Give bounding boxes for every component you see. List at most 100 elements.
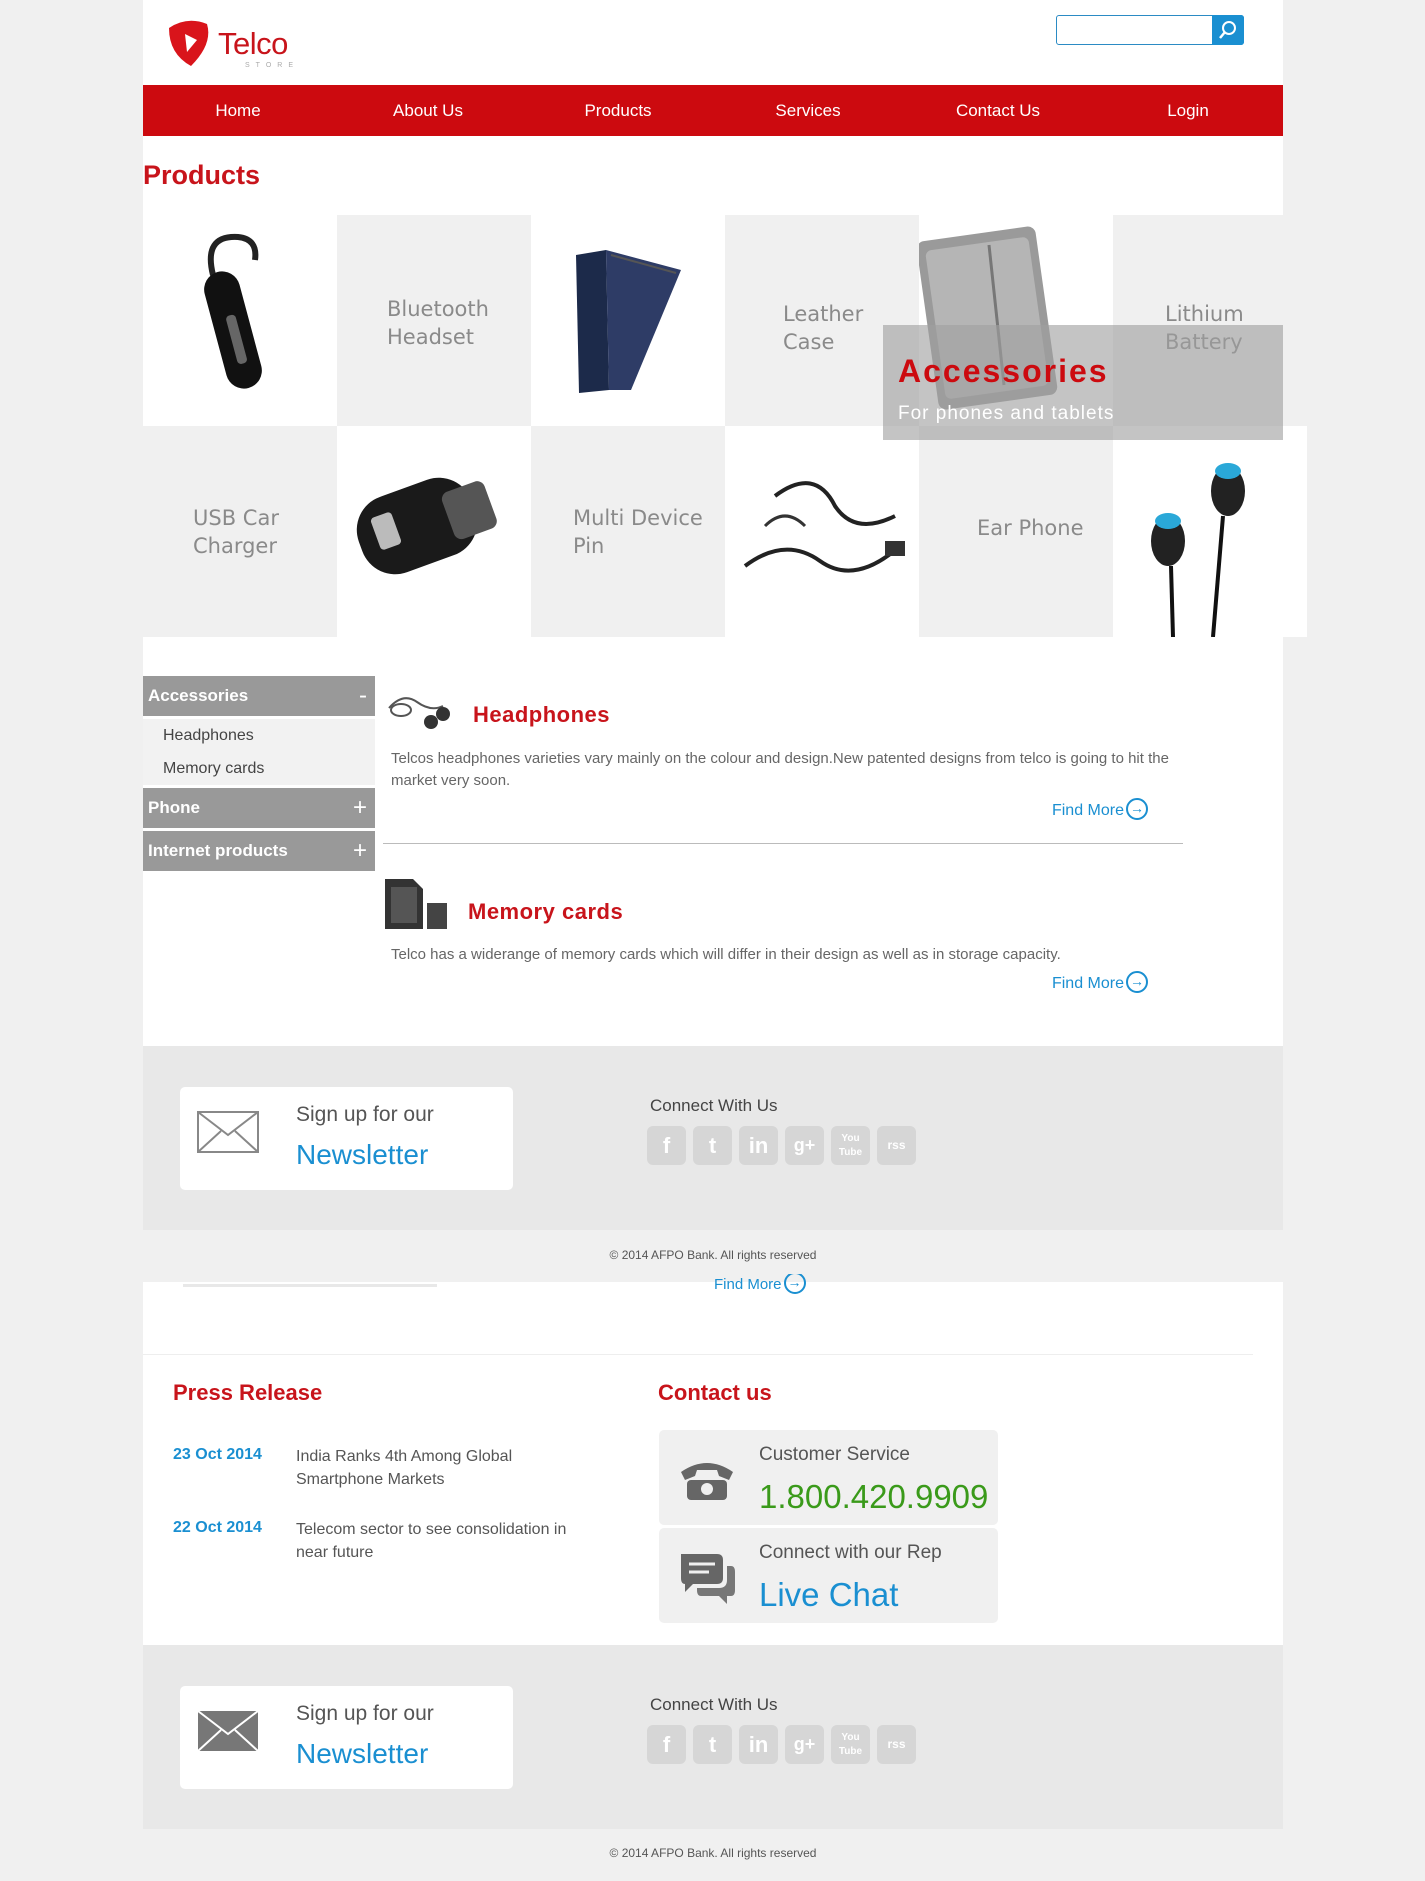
youtube-icon[interactable]: You Tube <box>831 1126 870 1165</box>
collapse-icon[interactable]: - <box>359 676 367 716</box>
rss-icon[interactable]: rss <box>877 1126 916 1165</box>
memory-cards-find-more-link[interactable]: Find More → <box>1051 971 1148 995</box>
product-tile-multi-device-pin[interactable]: Multi Device Pin <box>531 426 725 637</box>
nav-about-us[interactable]: About Us <box>333 85 523 136</box>
press-release-title: Press Release <box>173 1380 323 1405</box>
products-title: Products <box>143 160 261 190</box>
live-chat-box[interactable]: Connect with our Rep Live Chat <box>659 1528 998 1623</box>
sidebar-accessories-list: Headphones Memory cards <box>143 719 375 785</box>
facebook-icon[interactable]: f <box>647 1725 686 1764</box>
youtube-icon[interactable]: You Tube <box>831 1725 870 1764</box>
tile-label: USB Car Charger <box>193 506 279 558</box>
link-label: Find More <box>1051 975 1124 993</box>
bluetooth-headset-image <box>204 233 262 389</box>
footer-band: Sign up for our Newsletter Connect With … <box>143 1645 1283 1829</box>
memory-cards-item: Memory cards Telco has a widerange of me… <box>383 877 1173 1007</box>
google-plus-icon[interactable]: g+ <box>785 1725 824 1764</box>
tile-label: Ear Phone <box>977 516 1084 540</box>
rss-icon[interactable]: rss <box>877 1725 916 1764</box>
brand-name: Telco <box>218 26 288 61</box>
earphone-image <box>1151 463 1245 637</box>
google-plus-icon[interactable]: g+ <box>785 1126 824 1165</box>
ghost-find-more-link[interactable]: Find More → <box>714 1274 806 1294</box>
press-headline: Telecom sector to see consolidation in n… <box>296 1521 567 1561</box>
nav-home[interactable]: Home <box>143 85 333 136</box>
press-item[interactable]: 22 Oct 2014 Telecom sector to see consol… <box>173 1519 603 1569</box>
search-button[interactable] <box>1212 15 1244 45</box>
arrow-right-icon: → <box>1126 798 1148 820</box>
product-tile-leather-case-image[interactable] <box>531 215 725 426</box>
connect-label: Connect With Us <box>650 1695 778 1714</box>
customer-service-box[interactable]: Customer Service 1.800.420.9909 <box>659 1430 998 1525</box>
live-chat-link[interactable]: Live Chat <box>759 1576 898 1614</box>
newsletter-link[interactable]: Newsletter <box>296 1738 428 1770</box>
accessories-banner[interactable]: Accessories For phones and tablets <box>883 325 1283 440</box>
product-tile-usb-car-charger[interactable]: USB Car Charger <box>143 426 337 637</box>
customer-service-phone[interactable]: 1.800.420.9909 <box>759 1478 988 1516</box>
tile-label: Bluetooth Headset <box>387 297 489 349</box>
sidebar-phone[interactable]: Phone + <box>143 788 375 828</box>
newsletter-box[interactable]: Sign up for our Newsletter <box>180 1686 513 1789</box>
product-tile-bluetooth-headset[interactable]: Bluetooth Headset <box>337 215 531 426</box>
sidebar-internet-products[interactable]: Internet products + <box>143 831 375 871</box>
page: Telco STORE Home About Us Products Servi… <box>143 0 1307 1881</box>
product-grid: Bluetooth Headset Leather Case Lithium B… <box>143 215 1307 637</box>
headphones-item: Headphones Telcos headphones varieties v… <box>383 688 1173 838</box>
nav-contact-us[interactable]: Contact Us <box>903 85 1093 136</box>
expand-icon[interactable]: + <box>353 831 367 871</box>
linkedin-icon[interactable]: in <box>739 1725 778 1764</box>
headphones-icon <box>388 697 450 729</box>
facebook-icon[interactable]: f <box>647 1126 686 1165</box>
press-headline: India Ranks 4th Among Global Smartphone … <box>296 1448 513 1488</box>
sidebar-item-headphones[interactable]: Headphones <box>143 719 375 752</box>
logo-icon <box>169 20 209 66</box>
banner-subtitle: For phones and tablets <box>898 403 1115 424</box>
brand-sub: STORE <box>245 62 299 69</box>
link-label: Find More <box>1051 802 1124 820</box>
memory-card-icon <box>385 879 447 929</box>
link-label: Find More <box>714 1275 782 1293</box>
product-tile-ear-phone[interactable]: Ear Phone <box>919 426 1113 637</box>
memory-cards-description: Telco has a widerange of memory cards wh… <box>391 946 1061 963</box>
newsletter-link[interactable]: Newsletter <box>296 1139 428 1171</box>
newsletter-prompt: Sign up for our <box>296 1702 434 1725</box>
nav-services[interactable]: Services <box>713 85 903 136</box>
product-tile-charger-image[interactable] <box>337 426 531 637</box>
newsletter-box[interactable]: Sign up for our Newsletter <box>180 1087 513 1190</box>
tile-label: Multi Device Pin <box>573 506 703 558</box>
product-tile-headset-image[interactable] <box>143 215 337 426</box>
section-divider <box>143 1354 1253 1355</box>
sidebar-item-memory-cards[interactable]: Memory cards <box>143 752 375 785</box>
linkedin-icon[interactable]: in <box>739 1126 778 1165</box>
nav-products[interactable]: Products <box>523 85 713 136</box>
product-tile-earphone-image[interactable] <box>1113 426 1307 637</box>
headphones-find-more-link[interactable]: Find More → <box>1051 798 1148 822</box>
sidebar-accessories[interactable]: Accessories - <box>143 676 375 716</box>
search-icon <box>1219 21 1236 39</box>
telephone-icon <box>681 1463 733 1500</box>
headphones-description: Telcos headphones varieties vary mainly … <box>391 750 1169 789</box>
contact-us-title: Contact us <box>658 1380 772 1405</box>
category-sidebar: Accessories - Headphones Memory cards Ph… <box>143 676 375 874</box>
banner-title: Accessories <box>898 353 1109 389</box>
chat-bubbles-icon <box>681 1554 735 1604</box>
sidebar-item-label: Phone <box>148 798 200 817</box>
twitter-icon[interactable]: t <box>693 1725 732 1764</box>
product-tile-pin-image[interactable] <box>725 426 919 637</box>
twitter-icon[interactable]: t <box>693 1126 732 1165</box>
header: Telco STORE <box>143 0 1283 85</box>
press-item[interactable]: 23 Oct 2014 India Ranks 4th Among Global… <box>173 1446 603 1496</box>
expand-icon[interactable]: + <box>353 788 367 828</box>
car-charger-image <box>356 477 497 575</box>
connect-label: Connect With Us <box>650 1096 778 1115</box>
customer-service-label: Customer Service <box>759 1444 910 1465</box>
footer-band: Sign up for our Newsletter Connect With … <box>143 1046 1283 1230</box>
nav-login[interactable]: Login <box>1093 85 1283 136</box>
press-date: 22 Oct 2014 <box>173 1519 262 1536</box>
social-links: f t in g+ You Tube rss <box>647 1725 916 1764</box>
search-input[interactable] <box>1057 16 1207 44</box>
logo[interactable]: Telco STORE <box>163 18 293 70</box>
tile-label: Leather Case <box>783 302 864 354</box>
arrow-right-icon: → <box>783 1274 806 1294</box>
copyright: © 2014 AFPO Bank. All rights reserved <box>609 1248 817 1262</box>
